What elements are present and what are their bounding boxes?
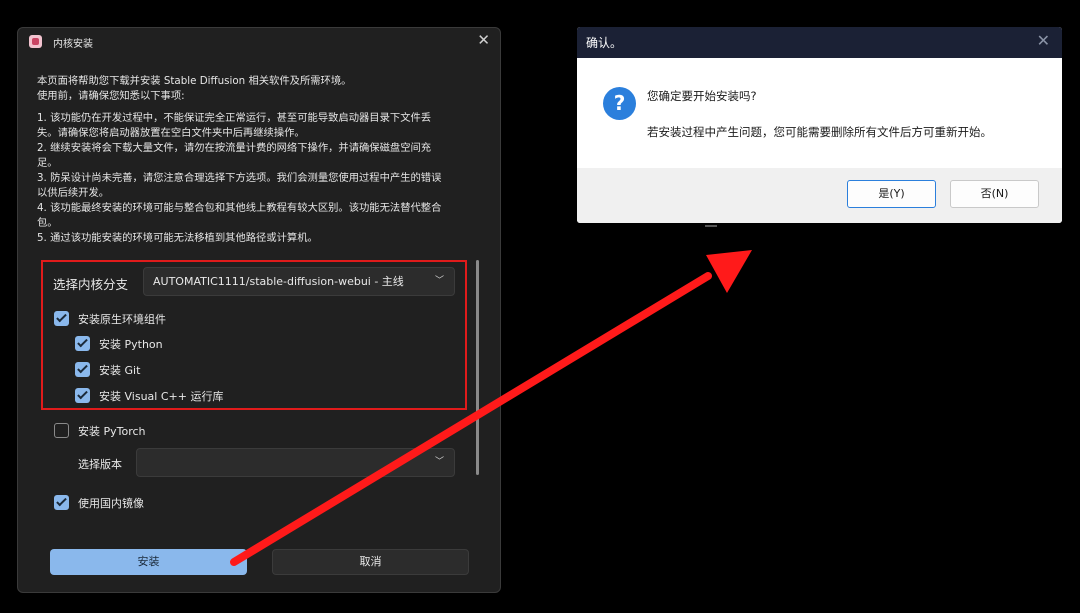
arrow-shaft <box>230 272 712 566</box>
arrow-head <box>706 250 752 293</box>
annotation-arrow <box>230 250 752 566</box>
